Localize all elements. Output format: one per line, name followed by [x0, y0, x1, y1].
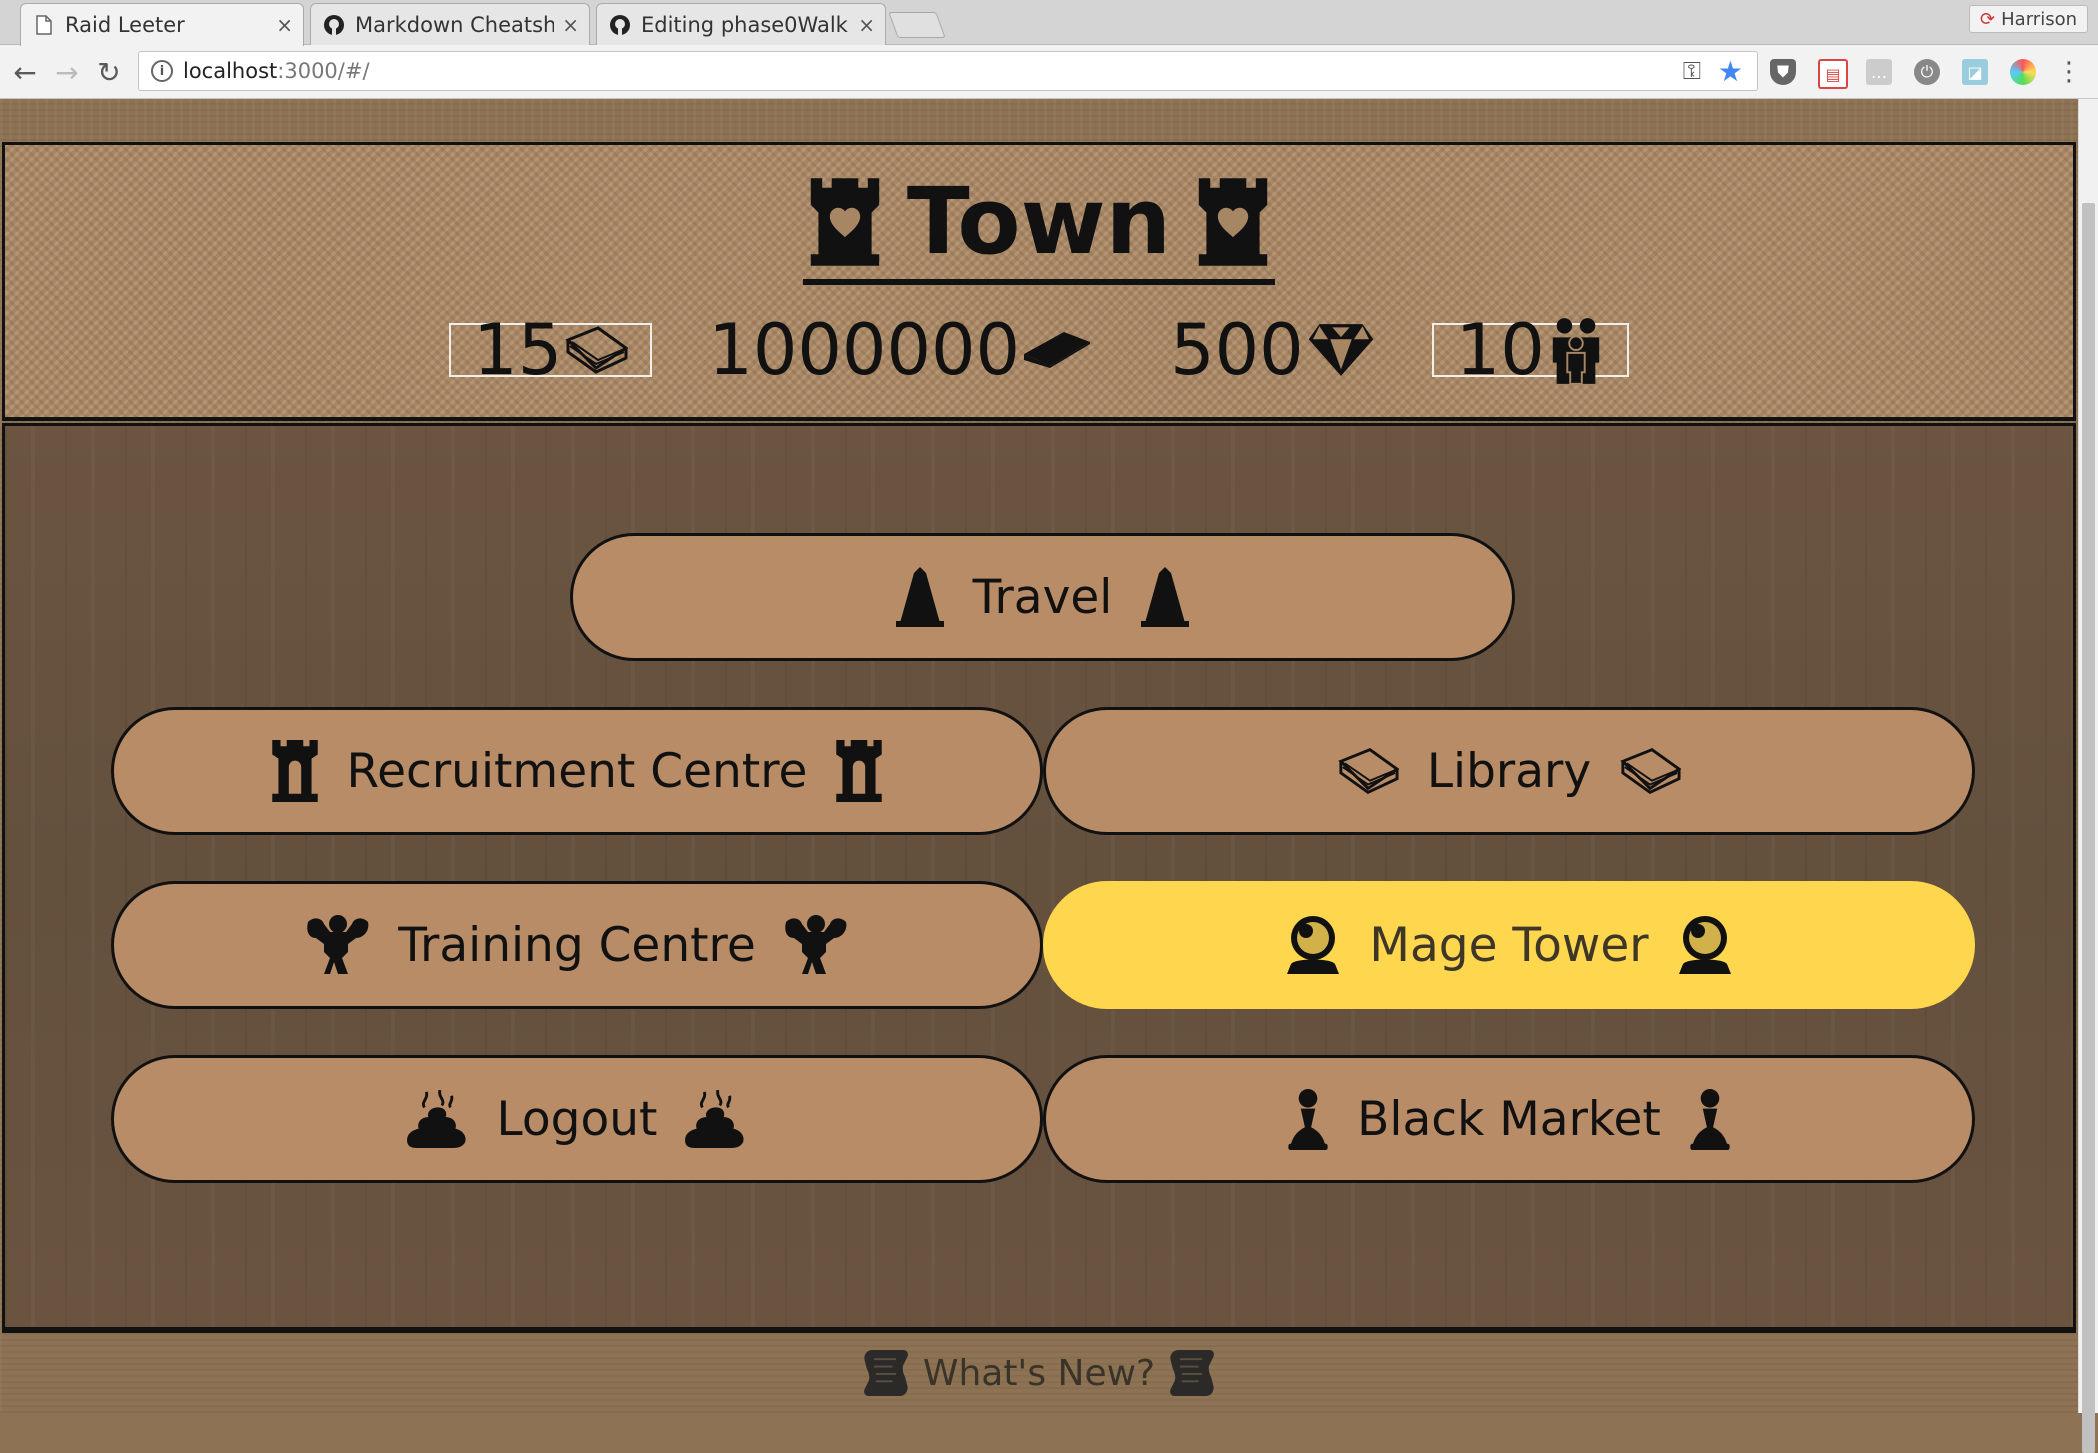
browser-toolbar: ← → ↻ i localhost:3000/#/ ⚿ ★ ⛊ ▤ … ⏻ ◪ …: [0, 45, 2098, 99]
bookmark-star-icon[interactable]: ★: [1718, 55, 1743, 88]
tab-title: Raid Leeter: [65, 13, 185, 37]
power-extension-icon[interactable]: ⏻: [1914, 59, 1940, 85]
close-icon[interactable]: ×: [276, 13, 293, 37]
page-icon: [33, 14, 55, 36]
scroll-icon: [1169, 1348, 1215, 1398]
library-label: Library: [1426, 743, 1592, 799]
tab-title: Editing phase0Walk: [641, 12, 848, 37]
castle-heart-icon: [1195, 178, 1271, 266]
tab-raid-leeter[interactable]: Raid Leeter ×: [20, 3, 304, 46]
pawn-icon: [1689, 1088, 1731, 1150]
stat-gold-value: 1000000: [708, 309, 1021, 391]
ublock-extension-icon[interactable]: ⛊: [1770, 59, 1796, 85]
library-button[interactable]: Library: [1043, 707, 1975, 835]
image-extension-icon[interactable]: ◪: [1962, 59, 1988, 85]
book-icon: [564, 324, 628, 376]
url-host: localhost: [183, 59, 278, 83]
reload-icon[interactable]: ↻: [92, 55, 126, 89]
page-title: Town: [5, 167, 2073, 285]
training-centre-button[interactable]: Training Centre: [111, 881, 1043, 1009]
crystal-ball-icon: [1285, 914, 1341, 976]
key-icon[interactable]: ⚿: [1683, 57, 1701, 85]
stat-books-value: 15: [473, 309, 563, 391]
black-market-button[interactable]: Black Market: [1043, 1055, 1975, 1183]
color-extension-icon[interactable]: [2010, 59, 2036, 85]
close-icon[interactable]: ×: [562, 13, 579, 37]
menu-dots-icon[interactable]: ⋮: [2056, 57, 2082, 87]
training-centre-label: Training Centre: [398, 917, 756, 973]
resource-stats: 15 1000000 500 10: [5, 309, 2073, 391]
browser-tab-strip: Raid Leeter × Markdown Cheatsh × Editing…: [0, 0, 2098, 46]
travel-label: Travel: [972, 569, 1113, 625]
town-menu: Travel Recruitment Centre Library Traini…: [2, 423, 2076, 1330]
stat-books[interactable]: 15: [449, 309, 653, 391]
tab-markdown-cheatsheet[interactable]: Markdown Cheatsh ×: [310, 3, 590, 45]
close-icon[interactable]: ×: [858, 13, 875, 37]
scroll-icon: [863, 1348, 909, 1398]
recruitment-centre-button[interactable]: Recruitment Centre: [111, 707, 1043, 835]
logout-label: Logout: [496, 1091, 658, 1147]
strongman-icon: [784, 914, 848, 976]
github-icon: [323, 14, 345, 36]
people-icon: [1547, 316, 1605, 384]
sync-error-icon: ⟳: [1980, 8, 1996, 30]
stat-gems-value: 500: [1170, 309, 1304, 391]
tower-icon: [835, 740, 883, 802]
tower-icon: [271, 740, 319, 802]
new-tab-button[interactable]: [888, 12, 946, 38]
back-icon[interactable]: ←: [8, 55, 42, 89]
page-scrollbar[interactable]: [2078, 99, 2098, 1453]
tab-editing-phase0[interactable]: Editing phase0Walk ×: [596, 3, 886, 45]
scrollbar-thumb[interactable]: [2082, 203, 2095, 1453]
book-icon: [1619, 747, 1681, 795]
crystal-ball-icon: [1677, 914, 1733, 976]
pawn-icon: [1287, 1088, 1329, 1150]
travel-button[interactable]: Travel: [570, 533, 1515, 661]
pdf-extension-icon[interactable]: ▤: [1818, 59, 1848, 89]
stat-gold: 1000000: [686, 309, 1114, 391]
url-path: :3000/#/: [277, 59, 370, 83]
tab-title: Markdown Cheatsh: [355, 12, 555, 37]
chat-extension-icon[interactable]: …: [1866, 59, 1892, 85]
stat-people-value: 10: [1455, 309, 1545, 391]
recruitment-centre-label: Recruitment Centre: [346, 743, 808, 799]
mage-tower-button[interactable]: Mage Tower: [1043, 881, 1975, 1009]
cone-icon: [1140, 567, 1190, 627]
gold-bar-icon: [1022, 327, 1092, 373]
poop-icon: [685, 1090, 747, 1148]
profile-name: Harrison: [2001, 8, 2077, 30]
stat-gems: 500: [1148, 309, 1398, 391]
github-icon: [609, 14, 631, 36]
strongman-icon: [306, 914, 370, 976]
cone-icon: [895, 567, 945, 627]
stat-people[interactable]: 10: [1431, 309, 1629, 391]
forward-icon[interactable]: →: [50, 55, 84, 89]
black-market-label: Black Market: [1357, 1091, 1661, 1147]
logout-button[interactable]: Logout: [111, 1055, 1043, 1183]
gem-icon: [1306, 322, 1376, 378]
mage-tower-label: Mage Tower: [1369, 917, 1649, 973]
info-icon[interactable]: i: [151, 60, 173, 82]
town-header: Town 15 1000000 500 10: [2, 142, 2076, 421]
book-icon: [1337, 747, 1399, 795]
profile-button[interactable]: ⟳ Harrison: [1969, 5, 2088, 33]
address-bar[interactable]: i localhost:3000/#/ ⚿ ★: [138, 51, 1758, 91]
page-title-text: Town: [906, 168, 1172, 275]
whats-new-label: What's New?: [922, 1352, 1156, 1394]
poop-icon: [407, 1090, 469, 1148]
castle-heart-icon: [807, 178, 883, 266]
whats-new-footer[interactable]: What's New?: [2, 1330, 2076, 1413]
